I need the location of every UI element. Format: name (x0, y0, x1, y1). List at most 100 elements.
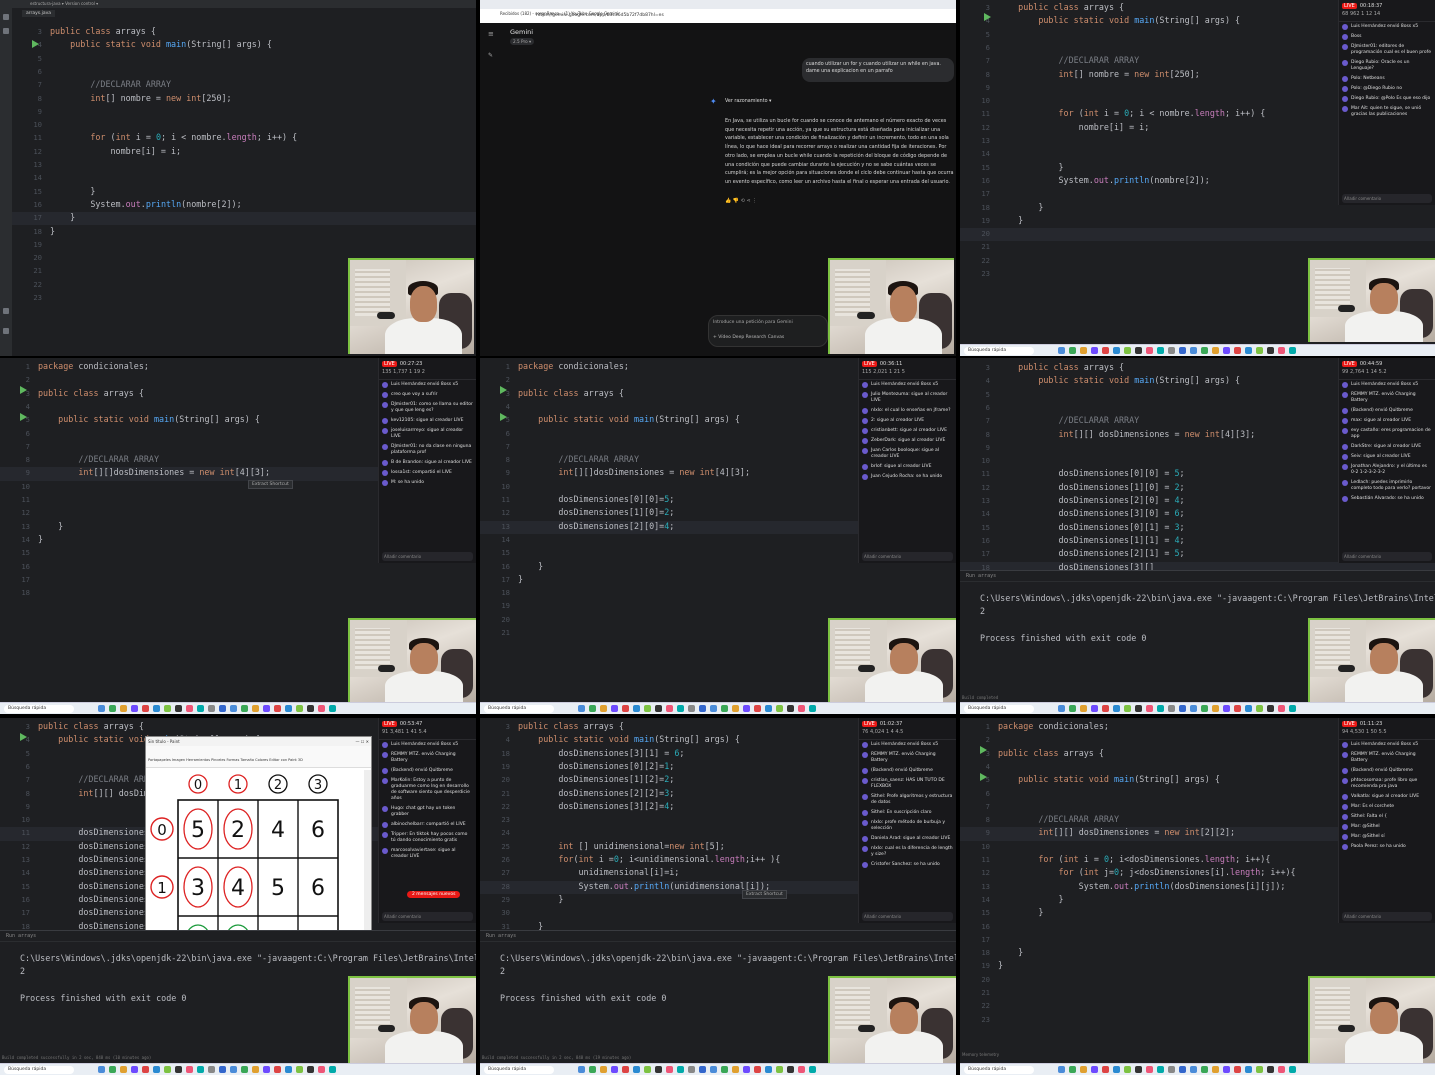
taskbar-app-icon[interactable] (633, 705, 640, 712)
taskbar-app-icon[interactable] (1245, 1066, 1252, 1073)
taskbar-app-icon[interactable] (1146, 1066, 1153, 1073)
taskbar-app-icon[interactable] (98, 705, 105, 712)
chat-input[interactable]: Añadir comentario (382, 912, 473, 921)
taskbar-app-icon[interactable] (1256, 1066, 1263, 1073)
taskbar-app-icon[interactable] (1124, 705, 1131, 712)
taskbar-app-icon[interactable] (622, 1066, 629, 1073)
taskbar-app-icon[interactable] (1124, 347, 1131, 354)
taskbar-app-icon[interactable] (230, 705, 237, 712)
taskbar-app-icon[interactable] (307, 705, 314, 712)
run-tab[interactable]: Run arrays (960, 571, 1435, 582)
taskbar-app-icon[interactable] (622, 705, 629, 712)
taskbar-app-icon[interactable] (1113, 705, 1120, 712)
taskbar-app-icon[interactable] (230, 1066, 237, 1073)
folder-icon[interactable] (3, 14, 9, 20)
taskbar-app-icon[interactable] (241, 705, 248, 712)
taskbar-app-icon[interactable] (655, 705, 662, 712)
taskbar-app-icon[interactable] (743, 1066, 750, 1073)
taskbar-app-icon[interactable] (1069, 347, 1076, 354)
taskbar-app-icon[interactable] (787, 705, 794, 712)
chat-input[interactable]: Añadir comentario (382, 552, 473, 561)
taskbar-app-icon[interactable] (208, 1066, 215, 1073)
taskbar-search[interactable]: Búsqueda rápida (484, 1066, 554, 1074)
taskbar-app-icon[interactable] (142, 1066, 149, 1073)
code-line[interactable]: 19 (480, 600, 956, 613)
taskbar-app-icon[interactable] (1256, 705, 1263, 712)
taskbar-app-icon[interactable] (600, 1066, 607, 1073)
taskbar-app-icon[interactable] (186, 705, 193, 712)
run-gutter-icon[interactable] (20, 386, 27, 394)
prompt-tools[interactable]: + Vídeo Deep Research Canvas (713, 335, 823, 340)
taskbar-app-icon[interactable] (1146, 347, 1153, 354)
run-gutter-icon[interactable] (980, 746, 987, 754)
ide-toolbar[interactable]: estructura-java ▾ Version control ▾ (0, 0, 476, 8)
taskbar-app-icon[interactable] (1179, 705, 1186, 712)
taskbar-app-icon[interactable] (164, 705, 171, 712)
taskbar-app-icon[interactable] (318, 705, 325, 712)
file-tab[interactable]: arrays.java (22, 10, 56, 17)
taskbar-app-icon[interactable] (285, 1066, 292, 1073)
taskbar-app-icon[interactable] (274, 705, 281, 712)
taskbar-app-icon[interactable] (208, 705, 215, 712)
code-line[interactable]: 17 } (12, 212, 476, 226)
taskbar-app-icon[interactable] (644, 705, 651, 712)
taskbar-app-icon[interactable] (175, 705, 182, 712)
taskbar-search[interactable]: Búsqueda rápida (484, 705, 554, 713)
taskbar-app-icon[interactable] (721, 1066, 728, 1073)
taskbar-app-icon[interactable] (219, 705, 226, 712)
run-icon[interactable] (3, 308, 9, 314)
code-line[interactable]: 18 (480, 587, 956, 600)
taskbar-app-icon[interactable] (1058, 1066, 1065, 1073)
taskbar-app-icon[interactable] (1201, 1066, 1208, 1073)
taskbar-app-icon[interactable] (743, 705, 750, 712)
taskbar-app-icon[interactable] (1102, 1066, 1109, 1073)
taskbar-app-icon[interactable] (1278, 1066, 1285, 1073)
taskbar-app-icon[interactable] (732, 705, 739, 712)
taskbar-app-icon[interactable] (175, 1066, 182, 1073)
taskbar-app-icon[interactable] (809, 705, 816, 712)
taskbar-app-icon[interactable] (186, 1066, 193, 1073)
new-chat-icon[interactable]: ✎ (488, 52, 493, 59)
taskbar-app-icon[interactable] (1102, 705, 1109, 712)
run-gutter-icon[interactable] (32, 40, 39, 48)
taskbar-search[interactable]: Búsqueda rápida (964, 1066, 1034, 1074)
run-gutter-icon[interactable] (20, 733, 27, 741)
taskbar-app-icon[interactable] (1058, 347, 1065, 354)
taskbar-app-icon[interactable] (263, 1066, 270, 1073)
terminal-icon[interactable] (3, 328, 9, 334)
taskbar-search[interactable]: Búsqueda rápida (964, 705, 1034, 713)
taskbar-app-icon[interactable] (710, 705, 717, 712)
chat-input[interactable]: Añadir comentario (862, 552, 953, 561)
taskbar-app-icon[interactable] (611, 705, 618, 712)
taskbar-app-icon[interactable] (1289, 1066, 1296, 1073)
structure-icon[interactable] (3, 28, 9, 34)
run-tab[interactable]: Run arrays (480, 931, 956, 942)
taskbar-app-icon[interactable] (1069, 1066, 1076, 1073)
taskbar-app-icon[interactable] (699, 705, 706, 712)
taskbar-app-icon[interactable] (809, 1066, 816, 1073)
taskbar-app-icon[interactable] (164, 1066, 171, 1073)
taskbar-app-icon[interactable] (1168, 1066, 1175, 1073)
chat-input[interactable]: Añadir comentario (1342, 194, 1432, 203)
taskbar-app-icon[interactable] (1201, 705, 1208, 712)
taskbar-search[interactable]: Búsqueda rápida (4, 705, 74, 713)
taskbar-app-icon[interactable] (1212, 347, 1219, 354)
taskbar-app-icon[interactable] (307, 1066, 314, 1073)
taskbar-app-icon[interactable] (1267, 347, 1274, 354)
taskbar-app-icon[interactable] (1267, 1066, 1274, 1073)
taskbar-app-icon[interactable] (285, 705, 292, 712)
taskbar-app-icon[interactable] (1234, 705, 1241, 712)
code-line[interactable]: 15 } (12, 186, 476, 199)
taskbar-app-icon[interactable] (787, 1066, 794, 1073)
model-selector[interactable]: 2.5 Pro ▾ (510, 38, 535, 45)
code-line[interactable]: 8 int[] nombre = new int[250]; (12, 93, 476, 106)
code-line[interactable]: 17 (960, 934, 1435, 947)
run-tab[interactable]: Run arrays (0, 931, 476, 942)
paint-tools[interactable]: Portapapeles Imagen Herramientas Pincele… (146, 746, 371, 762)
taskbar-app-icon[interactable] (241, 1066, 248, 1073)
taskbar-app-icon[interactable] (1201, 347, 1208, 354)
taskbar-app-icon[interactable] (1091, 1066, 1098, 1073)
taskbar-search[interactable]: Búsqueda rápida (964, 347, 1034, 355)
taskbar-app-icon[interactable] (1179, 347, 1186, 354)
taskbar-app-icon[interactable] (1113, 1066, 1120, 1073)
